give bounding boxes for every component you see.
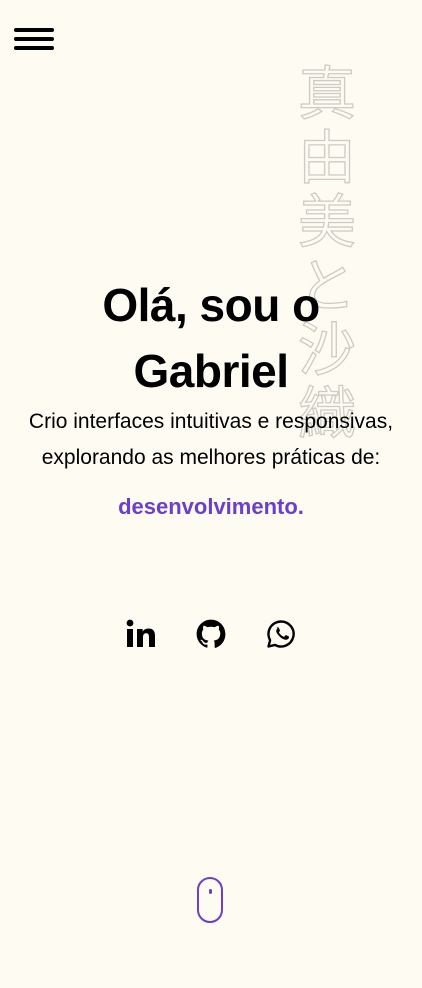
social-links (0, 616, 422, 652)
linkedin-icon (126, 619, 155, 647)
hamburger-menu-icon (14, 46, 54, 50)
github-icon (196, 619, 226, 648)
github-link[interactable] (196, 616, 226, 652)
hamburger-menu-icon (14, 37, 54, 41)
hero-section: Olá, sou o Gabriel Crio interfaces intui… (0, 272, 422, 522)
hero-subtitle-text: Crio interfaces intuitivas e responsivas… (28, 410, 394, 469)
kanji-char: 由 (297, 124, 356, 192)
scroll-wheel-dot (209, 889, 212, 894)
hero-highlight-word: desenvolvimento. (118, 494, 304, 519)
mouse-scroll-icon[interactable] (197, 877, 223, 923)
hero-subtitle: Crio interfaces intuitivas e responsivas… (0, 404, 422, 522)
linkedin-link[interactable] (126, 616, 156, 652)
kanji-char: 真 (297, 60, 356, 128)
menu-button[interactable] (14, 28, 54, 52)
whatsapp-icon (267, 620, 295, 648)
kanji-char: 美 (297, 188, 356, 256)
hamburger-menu-icon (14, 28, 54, 32)
whatsapp-link[interactable] (266, 616, 296, 652)
hero-title: Olá, sou o Gabriel (102, 279, 320, 397)
